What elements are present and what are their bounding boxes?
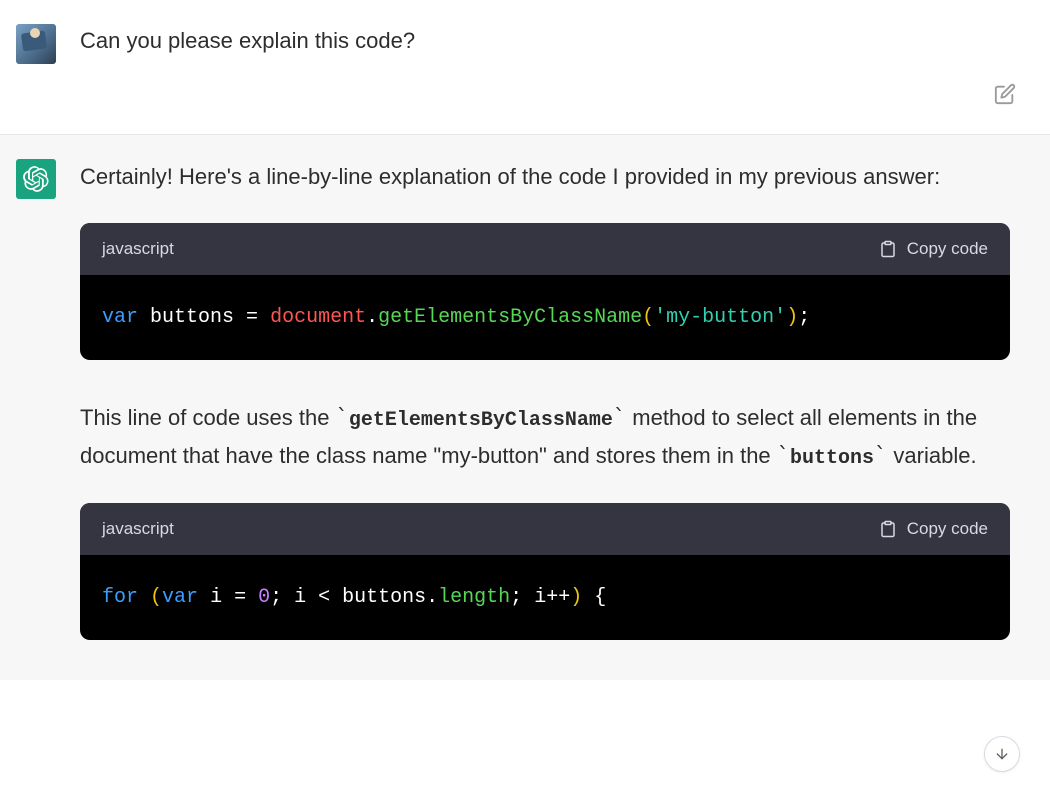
backtick: `	[336, 406, 349, 431]
arrow-down-icon	[994, 746, 1010, 762]
copy-code-label: Copy code	[907, 515, 988, 543]
token-semicolon: ;	[798, 306, 810, 329]
token-keyword: for	[102, 586, 138, 609]
user-avatar	[16, 24, 56, 64]
assistant-body: Certainly! Here's a line-by-line explana…	[80, 159, 1010, 640]
token-object: document	[270, 306, 366, 329]
token-dot: .	[366, 306, 378, 329]
code-content: for (var i = 0; i < buttons.length; i++)…	[80, 555, 1010, 640]
assistant-avatar	[16, 159, 56, 199]
token-string: 'my-button'	[654, 306, 786, 329]
token-paren-close: )	[786, 306, 798, 329]
inline-code-2: buttons	[790, 447, 874, 470]
clipboard-icon	[879, 239, 897, 259]
edit-message-button[interactable]	[994, 83, 1016, 110]
token-paren-close: )	[570, 586, 582, 609]
copy-code-button[interactable]: Copy code	[879, 235, 988, 263]
assistant-intro-text: Certainly! Here's a line-by-line explana…	[80, 159, 1010, 195]
openai-logo-icon	[23, 166, 49, 192]
token-identifier: buttons	[150, 306, 234, 329]
copy-code-label: Copy code	[907, 235, 988, 263]
explain1-pre: This line of code uses the	[80, 405, 336, 430]
edit-icon	[994, 83, 1016, 105]
token-semicolon: ;	[510, 586, 522, 609]
assistant-message: Certainly! Here's a line-by-line explana…	[0, 135, 1050, 680]
token-operator: =	[234, 306, 270, 329]
assistant-explanation-1: This line of code uses the `getElementsB…	[80, 400, 1010, 475]
code-block-header: javascript Copy code	[80, 223, 1010, 275]
token-paren-open: (	[642, 306, 654, 329]
user-content: Can you please explain this code?	[80, 24, 1030, 64]
code-language-label: javascript	[102, 235, 174, 263]
token-identifier: i < buttons.	[282, 586, 438, 609]
inline-code-1: getElementsByClassName	[349, 409, 613, 432]
token-property: getElementsByClassName	[378, 306, 642, 329]
clipboard-icon	[879, 519, 897, 539]
code-block-header: javascript Copy code	[80, 503, 1010, 555]
token-keyword: var	[162, 586, 198, 609]
copy-code-button[interactable]: Copy code	[879, 515, 988, 543]
assistant-content: Certainly! Here's a line-by-line explana…	[80, 159, 1030, 640]
code-language-label: javascript	[102, 515, 174, 543]
token-number: 0	[258, 586, 270, 609]
token-identifier: i++	[522, 586, 570, 609]
token-paren-open: (	[150, 586, 162, 609]
scroll-to-bottom-button[interactable]	[984, 736, 1020, 772]
user-message: Can you please explain this code?	[0, 0, 1050, 135]
user-text: Can you please explain this code?	[80, 24, 1010, 57]
token-property: length	[438, 586, 510, 609]
token-brace: {	[582, 586, 606, 609]
backtick: `	[777, 444, 790, 469]
backtick: `	[874, 444, 887, 469]
token-identifier: i	[198, 586, 234, 609]
token-semicolon: ;	[270, 586, 282, 609]
token-space	[138, 586, 150, 609]
explain1-post: variable.	[887, 443, 976, 468]
backtick: `	[613, 406, 626, 431]
token-keyword: var	[102, 306, 138, 329]
code-block-1: javascript Copy code var buttons = docum…	[80, 223, 1010, 360]
code-block-2: javascript Copy code for (var i = 0; i <…	[80, 503, 1010, 640]
token-operator: =	[234, 586, 258, 609]
code-content: var buttons = document.getElementsByClas…	[80, 275, 1010, 360]
